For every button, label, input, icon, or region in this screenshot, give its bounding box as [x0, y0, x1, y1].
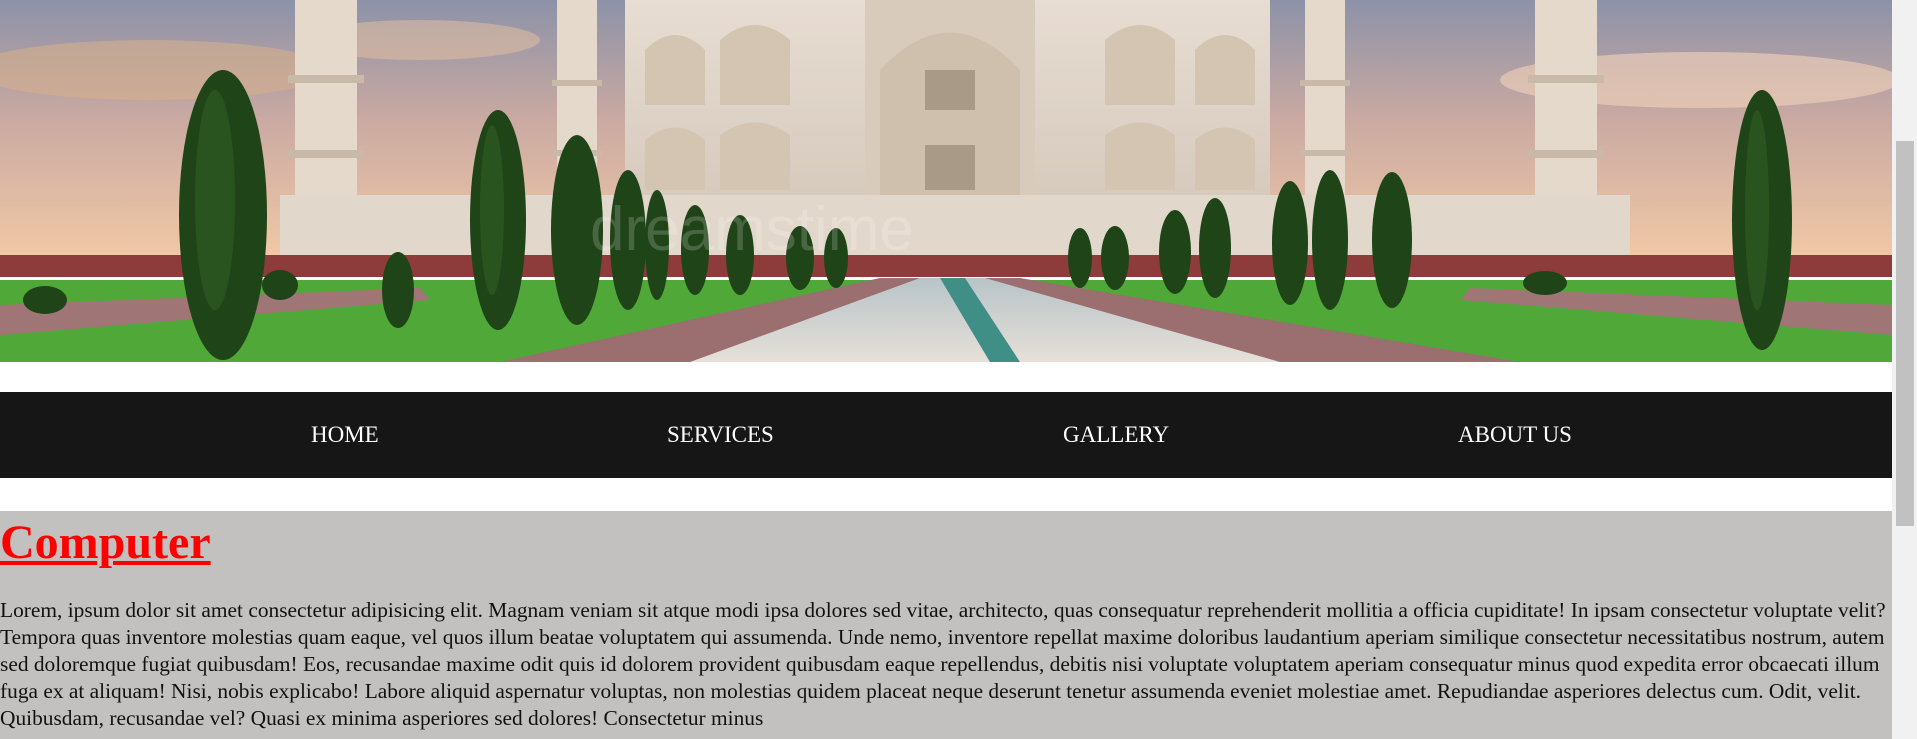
- main-navigation: HOME SERVICES GALLERY ABOUT US: [0, 392, 1892, 478]
- nav-gallery-link[interactable]: GALLERY: [1063, 392, 1169, 478]
- nav-about-us-link[interactable]: ABOUT US: [1458, 392, 1572, 478]
- page: dreamstime HOME SERVICES GALLERY ABOUT U…: [0, 0, 1892, 739]
- content-section: Computer Lorem, ipsum dolor sit amet con…: [0, 511, 1892, 739]
- scrollbar-thumb[interactable]: [1896, 141, 1914, 526]
- section-paragraph: Lorem, ipsum dolor sit amet consectetur …: [0, 598, 1886, 730]
- section-heading: Computer: [0, 516, 211, 569]
- nav-home-link[interactable]: HOME: [311, 392, 379, 478]
- nav-services-link[interactable]: SERVICES: [667, 392, 774, 478]
- vertical-scrollbar[interactable]: [1892, 0, 1917, 739]
- hero-banner-image: dreamstime: [0, 0, 1892, 362]
- watermark-text: dreamstime: [590, 195, 914, 264]
